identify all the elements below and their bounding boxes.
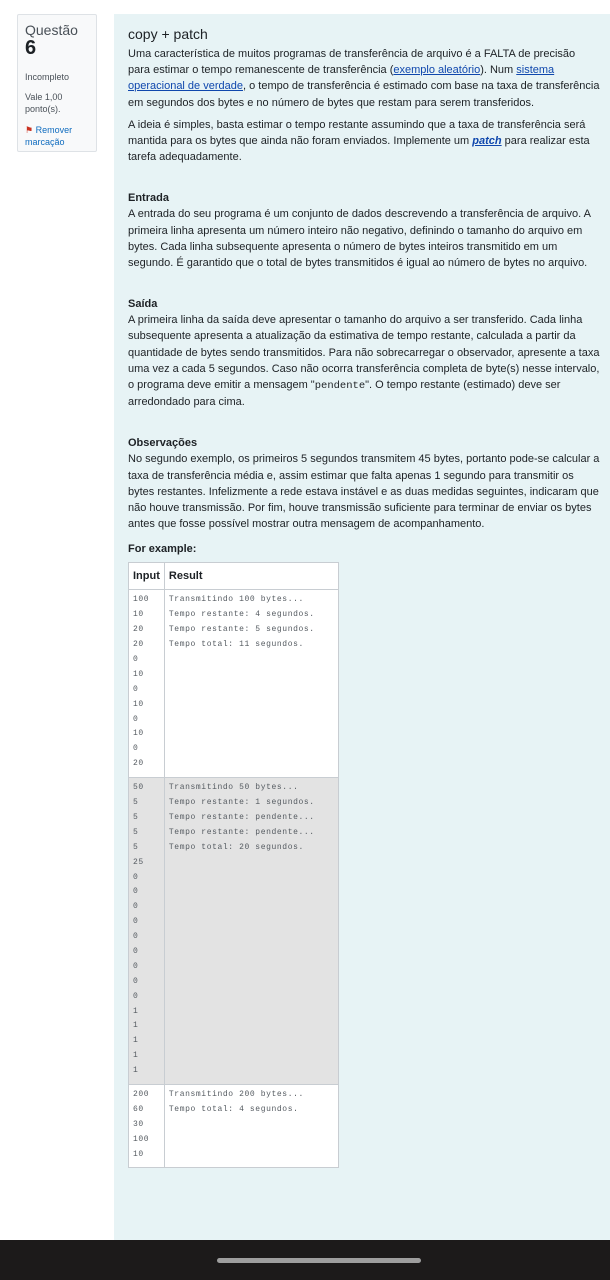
- input-line: 20: [133, 759, 144, 769]
- input-line: 0: [133, 917, 139, 927]
- input-line: 1: [133, 1051, 139, 1061]
- question-number: 6: [25, 37, 37, 59]
- input-line: 60: [133, 1104, 144, 1114]
- random-example-link[interactable]: exemplo aleatório: [393, 64, 480, 76]
- examples-body: 100 10 20 20 0 10 0 10 0 10 0 20 Transmitindo 100 by…: [128, 589, 340, 1169]
- result-line: Transmitindo 100 bytes...: [168, 595, 304, 605]
- input-line: 0: [133, 902, 139, 912]
- input-cell: 100 10 20 20 0 10 0 10 0 10 0 20: [128, 589, 165, 779]
- question-label: Questão: [25, 22, 78, 38]
- input-line: 1: [133, 1066, 139, 1076]
- question-content: copy + patch Uma característica de muito…: [114, 14, 610, 1242]
- question-state: Incompleto: [25, 72, 70, 82]
- saida-heading: Saída: [128, 298, 158, 311]
- question-grade: Vale 1,00 ponto(s).: [25, 92, 63, 114]
- idea-paragraph: A ideia é simples, basta estimar o tempo…: [128, 117, 600, 166]
- input-line: 20: [133, 625, 144, 635]
- input-line: 0: [133, 976, 139, 986]
- result-line: Tempo restante: pendente...: [168, 827, 315, 837]
- result-line: Tempo restante: 1 segundos.: [168, 798, 315, 808]
- result-line: Tempo restante: 4 segundos.: [168, 610, 315, 620]
- input-cell: 200 60 30 100 10: [128, 1083, 165, 1169]
- input-line: 0: [133, 961, 139, 971]
- table-row: 50 5 5 5 5 25 0 0 0 0 0 0 0 0 0 1 1 1 1 1 Transmitindo 50 by…: [128, 777, 340, 1085]
- intro-text-2: ). Num: [480, 64, 517, 77]
- input-line: 0: [133, 655, 139, 665]
- input-line: 10: [133, 669, 144, 679]
- input-line: 0: [133, 714, 139, 724]
- input-line: 100: [133, 1134, 150, 1144]
- table-row: 100 10 20 20 0 10 0 10 0 10 0 20 Transmitindo 100 by…: [128, 589, 340, 779]
- input-line: 0: [133, 932, 139, 942]
- input-line: 0: [133, 872, 139, 882]
- input-cell: 50 5 5 5 5 25 0 0 0 0 0 0 0 0 0 1 1 1 1 1: [128, 777, 165, 1085]
- input-line: 0: [133, 887, 139, 897]
- system-navigation-bar: [0, 1240, 610, 1280]
- input-line: 0: [133, 744, 139, 754]
- result-line: Tempo total: 11 segundos.: [168, 640, 304, 650]
- home-gesture-handle[interactable]: [217, 1258, 421, 1263]
- pendente-code: pendente: [314, 380, 366, 393]
- observacoes-heading: Observações: [128, 437, 198, 450]
- remove-flag-label: Remover marcação: [25, 125, 73, 147]
- result-cell: Transmitindo 100 bytes... Tempo restante:…: [163, 589, 340, 779]
- input-line: 10: [133, 699, 144, 709]
- result-column-header: Result: [163, 562, 340, 591]
- input-line: 30: [133, 1119, 144, 1129]
- remove-flag-link[interactable]: ⚑ Remover marcação: [25, 124, 89, 148]
- input-line: 50: [133, 783, 144, 793]
- for-example-label: For example:: [128, 543, 197, 556]
- result-line: Tempo total: 20 segundos.: [168, 842, 304, 852]
- examples-table: Input Result 100 10 20 20 0 10 0 10 0 10 0 20 Transm…: [128, 562, 340, 1169]
- question-info-panel: Questão 6 Incompleto Vale 1,00 ponto(s).…: [17, 14, 97, 152]
- input-column-header: Input: [128, 562, 165, 591]
- result-line: Tempo restante: pendente...: [168, 812, 315, 822]
- input-line: 0: [133, 991, 139, 1001]
- result-cell: Transmitindo 50 bytes... Tempo restante: …: [163, 777, 340, 1085]
- result-line: Tempo total: 4 segundos.: [168, 1104, 299, 1114]
- result-cell: Transmitindo 200 bytes... Tempo total: 4 …: [163, 1083, 340, 1169]
- input-line: 10: [133, 729, 144, 739]
- input-line: 20: [133, 640, 144, 650]
- input-line: 1: [133, 1036, 139, 1046]
- input-line: 1: [133, 1006, 139, 1016]
- input-line: 25: [133, 857, 144, 867]
- input-line: 10: [133, 610, 144, 620]
- input-line: 0: [133, 946, 139, 956]
- table-row: 200 60 30 100 10 Transmitindo 200 bytes... Tem…: [128, 1083, 340, 1169]
- result-line: Transmitindo 200 bytes...: [168, 1089, 304, 1099]
- question-title: copy + patch: [128, 26, 208, 42]
- input-line: 5: [133, 827, 139, 837]
- saida-paragraph: A primeira linha da saída deve apresenta…: [128, 312, 600, 410]
- entrada-heading: Entrada: [128, 192, 169, 205]
- entrada-paragraph: A entrada do seu programa é um conjunto …: [128, 208, 591, 270]
- intro-paragraph: Uma característica de muitos programas d…: [128, 46, 600, 111]
- input-line: 200: [133, 1089, 150, 1099]
- input-line: 5: [133, 842, 139, 852]
- input-line: 1: [133, 1021, 139, 1031]
- result-line: Tempo restante: 5 segundos.: [168, 625, 315, 635]
- flag-icon: ⚑: [25, 125, 34, 135]
- observacoes-paragraph: No segundo exemplo, os primeiros 5 segun…: [128, 453, 600, 531]
- input-line: 0: [133, 684, 139, 694]
- result-line: Transmitindo 50 bytes...: [168, 783, 299, 793]
- patch-link[interactable]: patch: [472, 135, 501, 147]
- input-line: 100: [133, 595, 150, 605]
- input-line: 5: [133, 812, 139, 822]
- input-line: 5: [133, 798, 139, 808]
- input-line: 10: [133, 1149, 144, 1159]
- examples-header-row: Input Result: [128, 562, 340, 591]
